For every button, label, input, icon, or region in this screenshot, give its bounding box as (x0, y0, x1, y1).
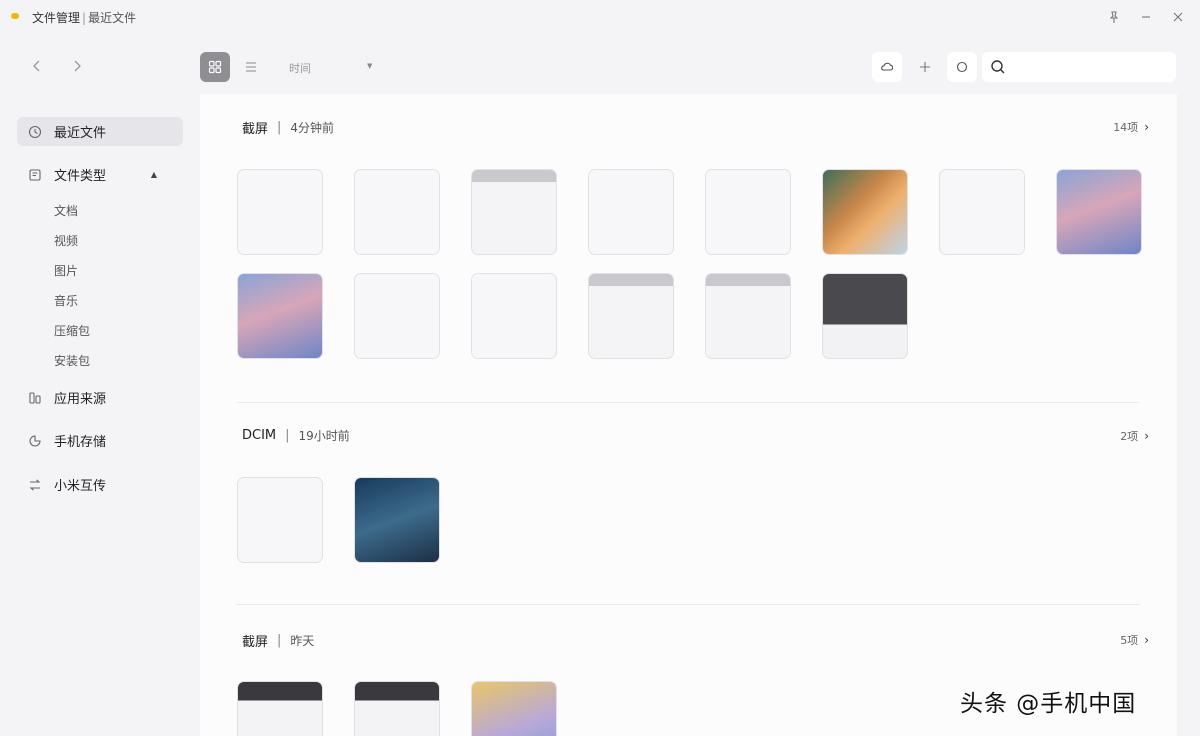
section-header: 截屏 | 4分钟前 (242, 118, 334, 137)
file-type-documents[interactable]: 文档 (54, 201, 78, 221)
history-nav (28, 56, 86, 76)
file-thumbnail[interactable] (588, 169, 674, 255)
sort-selector[interactable]: 时间 (289, 60, 311, 76)
section-time: 昨天 (290, 634, 315, 648)
section-time: 4分钟前 (290, 121, 335, 135)
chevron-right-icon: › (1144, 120, 1149, 134)
section-count: 5项 (1120, 634, 1139, 647)
sidebar-item-label: 应用来源 (54, 392, 107, 407)
file-type-packages[interactable]: 安装包 (54, 351, 90, 371)
section-divider-bar: | (277, 120, 282, 135)
section-time: 19小时前 (298, 429, 350, 443)
file-thumbnail[interactable] (354, 169, 440, 255)
list-view-button[interactable] (236, 52, 266, 82)
file-thumbnail[interactable] (354, 681, 440, 736)
file-type-icon (27, 167, 43, 183)
sidebar-item-app-source[interactable]: 应用来源 (17, 383, 183, 412)
sidebar-item-mi-share[interactable]: 小米互传 (17, 470, 183, 499)
section-divider-bar: | (285, 428, 290, 443)
sidebar-item-label: 文件类型 (54, 169, 107, 184)
minimize-icon[interactable] (1130, 6, 1162, 28)
file-thumbnail[interactable] (237, 169, 323, 255)
file-thumbnail[interactable] (822, 273, 908, 359)
section-count-link[interactable]: 14项 › (1113, 119, 1149, 135)
chevron-left-icon[interactable] (28, 56, 46, 76)
chevron-right-icon: › (1144, 633, 1149, 647)
file-thumbnail[interactable] (471, 681, 557, 736)
pin-icon[interactable] (1098, 6, 1130, 28)
file-thumbnail[interactable] (237, 273, 323, 359)
window-title: 文件管理 | 最近文件 (32, 9, 136, 26)
section-divider (236, 402, 1140, 403)
main-content: 截屏 | 4分钟前 14项 › DCIM | 19小时前 2项 › 截屏 | 昨天 5项 › (200, 94, 1177, 736)
search-box[interactable] (982, 52, 1176, 82)
watermark-text: 头条 @手机中国 (960, 691, 1137, 717)
cloud-icon (881, 62, 894, 71)
chevron-right-icon[interactable] (68, 56, 86, 76)
file-thumbnail[interactable] (471, 273, 557, 359)
transfer-icon (27, 477, 43, 493)
grid-view-icon (208, 60, 222, 74)
app-source-icon (27, 390, 43, 406)
file-thumbnail[interactable] (237, 681, 323, 736)
file-thumbnail[interactable] (705, 273, 791, 359)
section-count: 14项 (1113, 121, 1139, 134)
sidebar-item-phone-storage[interactable]: 手机存储 (17, 426, 183, 455)
phone-storage-icon (27, 433, 43, 449)
file-thumbnail[interactable] (822, 169, 908, 255)
app-logo-icon (11, 13, 19, 19)
collapse-caret-icon[interactable]: ▲ (151, 170, 157, 179)
file-type-videos[interactable]: 视频 (54, 231, 78, 251)
section-count: 2项 (1120, 430, 1139, 443)
section-header: 截屏 | 昨天 (242, 631, 314, 650)
sidebar-item-label: 小米互传 (54, 479, 107, 494)
section-count-link[interactable]: 2项 › (1120, 428, 1149, 444)
search-input[interactable] (1012, 60, 1162, 74)
section-source: 截屏 (242, 122, 269, 137)
file-thumbnail[interactable] (237, 477, 323, 563)
file-thumbnail[interactable] (588, 273, 674, 359)
refresh-icon (956, 61, 968, 73)
file-thumbnail[interactable] (354, 273, 440, 359)
section-source: 截屏 (242, 635, 269, 650)
cloud-button[interactable] (872, 52, 902, 82)
chevron-down-icon[interactable]: ▼ (367, 62, 372, 70)
clock-icon (27, 124, 43, 140)
file-thumbnail[interactable] (471, 169, 557, 255)
sidebar: 最近文件 文件类型 ▲ 文档 视频 图片 音乐 压缩包 安装包 应用来源 手机存… (0, 34, 200, 736)
close-icon[interactable] (1162, 6, 1194, 28)
app-name: 文件管理 (32, 11, 81, 25)
sidebar-item-label: 手机存储 (54, 435, 107, 450)
grid-view-button[interactable] (200, 52, 230, 82)
current-page-name: 最近文件 (88, 11, 137, 25)
file-thumbnail[interactable] (1056, 169, 1142, 255)
chevron-right-icon: › (1144, 429, 1149, 443)
plus-icon (920, 62, 930, 72)
title-separator: | (82, 11, 87, 25)
section-divider (236, 604, 1140, 605)
section-divider-bar: | (277, 633, 282, 648)
title-bar: 文件管理 | 最近文件 (0, 0, 1200, 34)
list-view-icon (246, 62, 256, 72)
section-count-link[interactable]: 5项 › (1120, 632, 1149, 648)
section-header: DCIM | 19小时前 (242, 427, 350, 444)
add-button[interactable] (910, 52, 940, 82)
file-type-images[interactable]: 图片 (54, 261, 78, 281)
sidebar-item-recent[interactable]: 最近文件 (17, 117, 183, 146)
sidebar-item-label: 最近文件 (54, 126, 107, 141)
file-thumbnail[interactable] (705, 169, 791, 255)
sidebar-item-file-types[interactable]: 文件类型 ▲ (17, 160, 183, 189)
file-type-music[interactable]: 音乐 (54, 291, 78, 311)
search-icon (991, 60, 1005, 74)
file-type-archives[interactable]: 压缩包 (54, 321, 90, 341)
window-controls (1098, 6, 1194, 28)
toolbar: 时间 ▼ (200, 34, 1200, 94)
file-thumbnail[interactable] (354, 477, 440, 563)
refresh-button[interactable] (947, 52, 977, 82)
file-thumbnail[interactable] (939, 169, 1025, 255)
section-source: DCIM (242, 428, 277, 443)
